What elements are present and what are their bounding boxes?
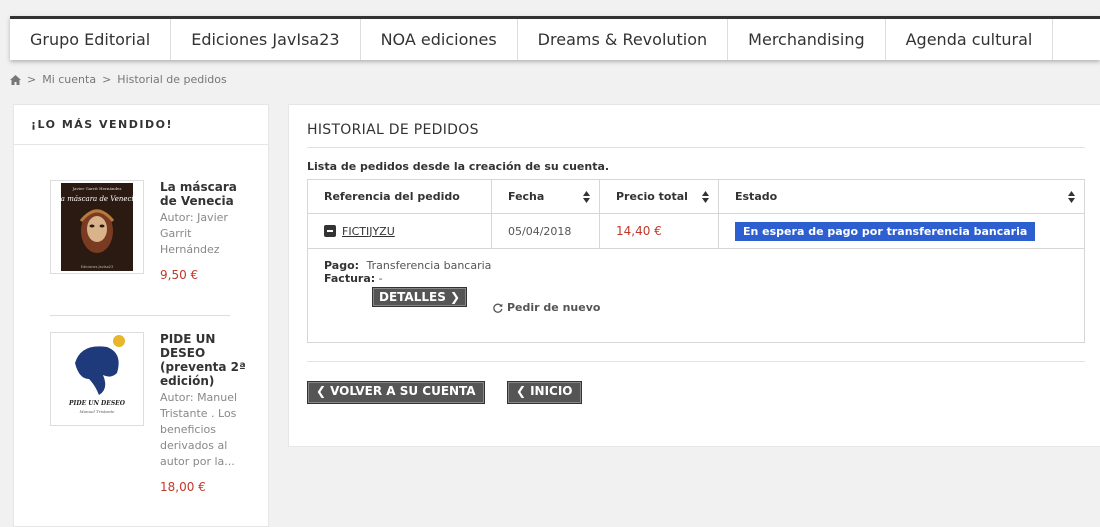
sidebar-title: ¡LO MÁS VENDIDO! <box>14 105 268 145</box>
footer-divider <box>307 361 1085 362</box>
nav-agenda-cultural[interactable]: Agenda cultural <box>886 19 1054 60</box>
invoice-value: - <box>378 272 383 285</box>
nav-grupo-editorial[interactable]: Grupo Editorial <box>10 19 172 60</box>
book-cover-mascara: Javier Garrit Hernández La máscara de Ve… <box>55 183 138 271</box>
product-name[interactable]: La máscara de Venecia <box>160 180 250 208</box>
page-title: HISTORIAL DE PEDIDOS <box>307 122 479 138</box>
product-author: Autor: Javier Garrit Hernández <box>160 211 228 256</box>
home-label: INICIO <box>530 384 573 398</box>
payment-value: Transferencia bancaria <box>366 259 492 272</box>
invoice-line: Factura: - <box>324 272 383 285</box>
order-history-panel: HISTORIAL DE PEDIDOS Lista de pedidos de… <box>288 104 1100 447</box>
nav-dreams-revolution[interactable]: Dreams & Revolution <box>518 19 729 60</box>
chevron-left-icon: ❮ <box>316 384 327 398</box>
cover-author: Javier Garrit Hernández <box>72 186 122 191</box>
payment-label: Pago: <box>324 259 360 272</box>
product-name[interactable]: PIDE UN DESEO (preventa 2ª edición) <box>160 332 250 388</box>
back-to-account-label: VOLVER A SU CUENTA <box>330 384 476 398</box>
heading-divider <box>307 147 1085 148</box>
home-icon[interactable] <box>10 74 21 85</box>
cover-title: PIDE UN DESEO <box>68 400 126 407</box>
order-total: 14,40 € <box>616 224 662 238</box>
main-navigation: Grupo Editorial Ediciones JavIsa23 NOA e… <box>10 16 1100 60</box>
back-to-account-button[interactable]: ❮ VOLVER A SU CUENTA <box>307 381 485 404</box>
details-button[interactable]: DETALLES ❯ <box>372 287 468 307</box>
product-author: Autor: Manuel Tristante . Los beneficios… <box>160 391 238 468</box>
order-reference-link[interactable]: FICTIJYZU <box>342 225 395 238</box>
cover-title: La máscara de Venecia <box>55 195 138 203</box>
header-label: Precio total <box>616 190 688 203</box>
reorder-link[interactable]: Pedir de nuevo <box>493 301 600 314</box>
breadcrumb-separator: > <box>102 73 112 86</box>
refresh-icon <box>493 303 503 313</box>
nav-merchandising[interactable]: Merchandising <box>728 19 886 60</box>
order-date: 05/04/2018 <box>508 224 572 238</box>
product-price: 9,50 € <box>160 268 199 282</box>
table-row: FICTIJYZU 05/04/2018 14,40 € En espera d… <box>308 214 1084 249</box>
orders-table: Referencia del pedido Fecha Precio total… <box>307 179 1085 343</box>
cover-author: Manuel Tristante <box>78 409 115 414</box>
header-total[interactable]: Precio total <box>600 180 719 213</box>
invoice-label: Factura: <box>324 272 376 285</box>
chevron-left-icon: ❮ <box>516 384 527 398</box>
breadcrumb-separator: > <box>27 73 37 86</box>
breadcrumb-historial: Historial de pedidos <box>117 73 227 86</box>
header-label: Fecha <box>508 190 545 203</box>
header-label: Referencia del pedido <box>324 190 460 203</box>
order-date-cell: 05/04/2018 <box>492 214 600 248</box>
reorder-label: Pedir de nuevo <box>507 301 601 314</box>
product-image-mascara[interactable]: Javier Garrit Hernández La máscara de Ve… <box>50 180 144 274</box>
product-image-pide-un-deseo[interactable]: PIDE UN DESEO Manuel Tristante <box>50 332 144 426</box>
product-info: La máscara de Venecia Autor: Javier Garr… <box>160 180 250 282</box>
product-price: 18,00 € <box>160 480 206 494</box>
order-status-cell: En espera de pago por transferencia banc… <box>719 214 1084 248</box>
header-date[interactable]: Fecha <box>492 180 600 213</box>
nav-noa-ediciones[interactable]: NOA ediciones <box>361 19 518 60</box>
order-reference-cell: FICTIJYZU <box>308 214 492 248</box>
cover-publisher: Ediciones JavIsa23 <box>81 265 113 269</box>
top-strip <box>0 0 1100 16</box>
orders-list-info: Lista de pedidos desde la creación de su… <box>307 160 610 173</box>
table-header: Referencia del pedido Fecha Precio total… <box>308 180 1084 214</box>
order-detail: Pago: Transferencia bancaria Factura: - … <box>308 249 1084 342</box>
sort-icon[interactable] <box>702 191 709 203</box>
bestsellers-sidebar: ¡LO MÁS VENDIDO! Javier Garrit Hernández… <box>13 104 269 527</box>
status-badge: En espera de pago por transferencia banc… <box>735 221 1036 241</box>
payment-line: Pago: Transferencia bancaria <box>324 259 491 272</box>
header-reference[interactable]: Referencia del pedido <box>308 180 492 213</box>
product-info: PIDE UN DESEO (preventa 2ª edición) Auto… <box>160 332 250 494</box>
collapse-icon[interactable] <box>324 225 336 237</box>
breadcrumb-mi-cuenta[interactable]: Mi cuenta <box>42 73 96 86</box>
home-button[interactable]: ❮ INICIO <box>507 381 582 404</box>
sort-icon[interactable] <box>583 191 590 203</box>
nav-ediciones-javisa23[interactable]: Ediciones JavIsa23 <box>171 19 361 60</box>
breadcrumb: > Mi cuenta > Historial de pedidos <box>10 73 227 86</box>
book-cover-pide-un-deseo: PIDE UN DESEO Manuel Tristante <box>51 333 143 425</box>
header-status[interactable]: Estado <box>719 180 1084 213</box>
product-divider <box>50 315 230 316</box>
sort-icon[interactable] <box>1068 191 1075 203</box>
header-label: Estado <box>735 190 778 203</box>
order-total-cell: 14,40 € <box>600 214 719 248</box>
